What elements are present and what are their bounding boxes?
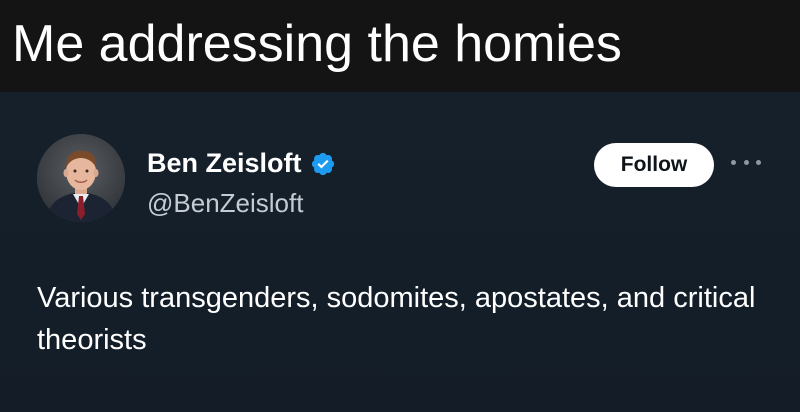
more-dot-icon bbox=[756, 159, 761, 165]
author-handle[interactable]: @BenZeisloft bbox=[147, 188, 303, 219]
author-name-row: Ben Zeisloft bbox=[147, 148, 336, 179]
meme-caption: Me addressing the homies bbox=[0, 0, 800, 92]
tweet-text: Various transgenders, sodomites, apostat… bbox=[37, 282, 756, 356]
tweet-card[interactable]: Ben Zeisloft @BenZeisloft Follow Various… bbox=[0, 92, 800, 412]
avatar-image bbox=[37, 134, 125, 222]
verified-badge-icon[interactable] bbox=[310, 151, 336, 177]
more-dot-icon bbox=[731, 159, 736, 165]
follow-button[interactable]: Follow bbox=[594, 143, 714, 187]
more-dot-icon bbox=[743, 159, 749, 165]
more-options-icon[interactable] bbox=[731, 154, 761, 170]
avatar[interactable] bbox=[37, 134, 125, 222]
display-name[interactable]: Ben Zeisloft bbox=[147, 148, 302, 179]
meme-page: Me addressing the homies Ben Zeisloft @B… bbox=[0, 0, 800, 412]
